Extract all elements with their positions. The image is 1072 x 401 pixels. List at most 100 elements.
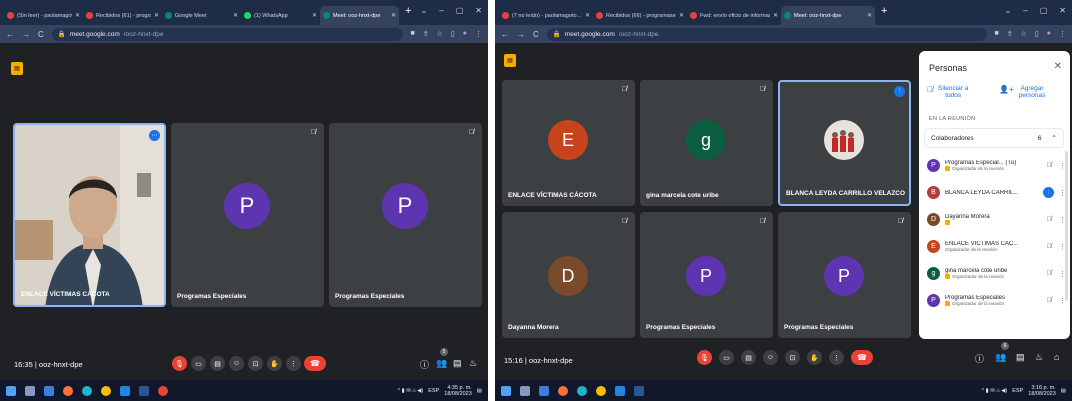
browser-tab[interactable]: Recibidos (61) - programase...✕ [83, 6, 162, 25]
sidepanel-icon[interactable]: ▯ [1035, 30, 1039, 38]
back-icon[interactable]: ← [6, 30, 14, 39]
app-icon[interactable] [615, 385, 625, 396]
activities-icon[interactable]: ♨ [1035, 352, 1043, 363]
minimize-icon[interactable]: – [439, 6, 443, 15]
browser-tab[interactable]: (Sin leer) - paolamagoto...✕ [4, 6, 83, 25]
mic-off-icon[interactable]: 🎙̸ [1044, 162, 1054, 169]
people-icon[interactable]: 👥 [995, 352, 1006, 363]
participant-tile[interactable]: 🎙̸ g gina marcela cote uribe [640, 80, 773, 206]
browser-tab-active[interactable]: Meet: ooz-hnxt-dpe ✕ [320, 6, 399, 25]
close-icon[interactable]: ✕ [233, 12, 238, 19]
chrome-icon[interactable] [101, 385, 111, 396]
menu-icon[interactable]: ⋮ [1059, 30, 1066, 38]
close-icon[interactable]: ✕ [867, 12, 872, 19]
notification-icon[interactable]: ▤ [1061, 388, 1066, 394]
leave-call-button[interactable]: ☎ [851, 350, 873, 365]
firefox-icon[interactable] [63, 385, 73, 396]
mic-off-icon[interactable]: 🎙̸ [1044, 297, 1054, 304]
mic-off-icon[interactable]: 🎙̸ [1044, 243, 1054, 250]
star-icon[interactable]: ☆ [437, 30, 443, 38]
present-button[interactable]: ⊡ [248, 356, 263, 371]
participant-tile[interactable]: 🎙̸ P Programas Especiales [329, 123, 482, 307]
browser-tab[interactable]: (1) WhatsApp ✕ [241, 6, 320, 25]
taskview-icon[interactable] [520, 385, 530, 396]
maximize-icon[interactable]: ▢ [1040, 6, 1048, 15]
url-field[interactable]: 🔒 meet.google.com/ooz-hnxt-dpe [546, 27, 987, 41]
chat-icon[interactable]: ▤ [453, 358, 462, 369]
participant-tile[interactable]: 🎙̸ D Dayanna Morera [502, 212, 635, 338]
files-icon[interactable] [44, 385, 54, 396]
windows-start-icon[interactable] [6, 385, 16, 396]
edge-icon[interactable] [577, 385, 587, 396]
edge-icon[interactable] [82, 385, 92, 396]
close-window-icon[interactable]: ✕ [475, 6, 482, 15]
forward-icon[interactable]: → [22, 30, 30, 39]
chevron-down-icon[interactable]: ⌄ [421, 6, 428, 15]
mute-all-button[interactable]: 🎙̸ Silenciar a todos [927, 85, 968, 99]
raise-hand-button[interactable]: ✋ [267, 356, 282, 371]
notification-icon[interactable]: ▤ [477, 388, 482, 394]
mic-off-icon[interactable]: 🎙̸ [1044, 270, 1054, 277]
people-icon[interactable]: 👥 [436, 358, 447, 369]
close-icon[interactable]: ✕ [75, 12, 80, 19]
minimize-icon[interactable]: – [1023, 6, 1027, 15]
browser-tab-active[interactable]: Meet: ooz-hnxt-dpe ✕ [781, 6, 875, 25]
camera-toggle-button[interactable]: ▭ [719, 350, 734, 365]
mic-toggle-button[interactable]: 🎙 [172, 356, 187, 371]
close-icon[interactable]: ✕ [585, 12, 590, 19]
clock[interactable]: 4:35 p. m. 18/08/2023 [444, 385, 472, 397]
list-item[interactable]: B BLANCA LEYDA CARRIL... ⫶ ⋮ [927, 179, 1066, 206]
raise-hand-button[interactable]: ✋ [807, 350, 822, 365]
scrollbar[interactable] [1065, 151, 1068, 301]
list-item[interactable]: P Programas Especial... (Tú) Organizador … [927, 152, 1066, 179]
participant-tile[interactable]: 🎙̸ E ENLACE VÍCTIMAS CÁCOTA [502, 80, 635, 206]
close-icon[interactable]: ✕ [679, 12, 684, 19]
list-item[interactable]: E ENLACE VÍCTIMAS CÁC... Organizador de l… [927, 233, 1066, 260]
browser-tab[interactable]: Fwd: envío oficio de informació...✕ [687, 6, 781, 25]
add-people-button[interactable]: 👤+ Agregar personas [999, 85, 1045, 99]
browser-tab[interactable]: (7 no leído) - paolamagoto... ✕ [499, 6, 593, 25]
new-tab-button[interactable]: + [399, 5, 417, 20]
windows-start-icon[interactable] [501, 385, 511, 396]
clock[interactable]: 3:16 p. m. 18/08/2023 [1028, 385, 1056, 397]
new-tab-button[interactable]: + [875, 5, 893, 20]
close-icon[interactable]: ✕ [391, 12, 396, 19]
app-icon[interactable] [158, 385, 168, 396]
profile-icon[interactable]: ● [463, 30, 467, 38]
chat-icon[interactable]: ▤ [1016, 352, 1025, 363]
reload-icon[interactable]: C [38, 30, 44, 39]
list-item[interactable]: g gina marcela cote uribe Organizador de … [927, 260, 1066, 287]
participant-tile[interactable]: 🎙̸ P Programas Especiales [171, 123, 324, 307]
info-icon[interactable]: ⓘ [975, 352, 984, 365]
camera-toggle-button[interactable]: ▭ [191, 356, 206, 371]
chrome-icon[interactable] [596, 385, 606, 396]
browser-tab[interactable]: Google Meet ✕ [162, 6, 241, 25]
close-icon[interactable]: ✕ [1054, 61, 1062, 72]
captions-button[interactable]: ▤ [741, 350, 756, 365]
mic-off-icon[interactable]: 🎙̸ [1044, 216, 1054, 223]
chevron-down-icon[interactable]: ⌄ [1005, 6, 1012, 15]
activities-icon[interactable]: ♨ [469, 358, 477, 369]
back-icon[interactable]: ← [501, 30, 509, 39]
reload-icon[interactable]: C [533, 30, 539, 39]
close-icon[interactable]: ✕ [312, 12, 317, 19]
info-icon[interactable]: ⓘ [420, 358, 429, 371]
store-icon[interactable] [634, 385, 644, 396]
participant-tile[interactable]: ⫶ BLANCA LEYDA CARRILLO VELAZCO [778, 80, 911, 206]
close-icon[interactable]: ✕ [773, 12, 778, 19]
more-options-button[interactable]: ⋮ [829, 350, 844, 365]
close-icon[interactable]: ✕ [154, 12, 159, 19]
participant-tile[interactable]: ⋯ ENLACE VÍCTIMAS CÁCOTA [13, 123, 166, 307]
profile-icon[interactable]: ● [1047, 30, 1051, 38]
captions-button[interactable]: ▤ [210, 356, 225, 371]
participant-tile[interactable]: 🎙̸ P Programas Especiales [640, 212, 773, 338]
leave-call-button[interactable]: ☎ [304, 356, 326, 371]
share-icon[interactable]: ⇪ [1007, 30, 1013, 38]
reactions-button[interactable]: ☺ [763, 350, 778, 365]
menu-icon[interactable]: ⋮ [475, 30, 482, 38]
close-window-icon[interactable]: ✕ [1059, 6, 1066, 15]
share-icon[interactable]: ⇪ [423, 30, 429, 38]
present-button[interactable]: ⊡ [785, 350, 800, 365]
mic-toggle-button[interactable]: 🎙 [697, 350, 712, 365]
files-icon[interactable] [539, 385, 549, 396]
